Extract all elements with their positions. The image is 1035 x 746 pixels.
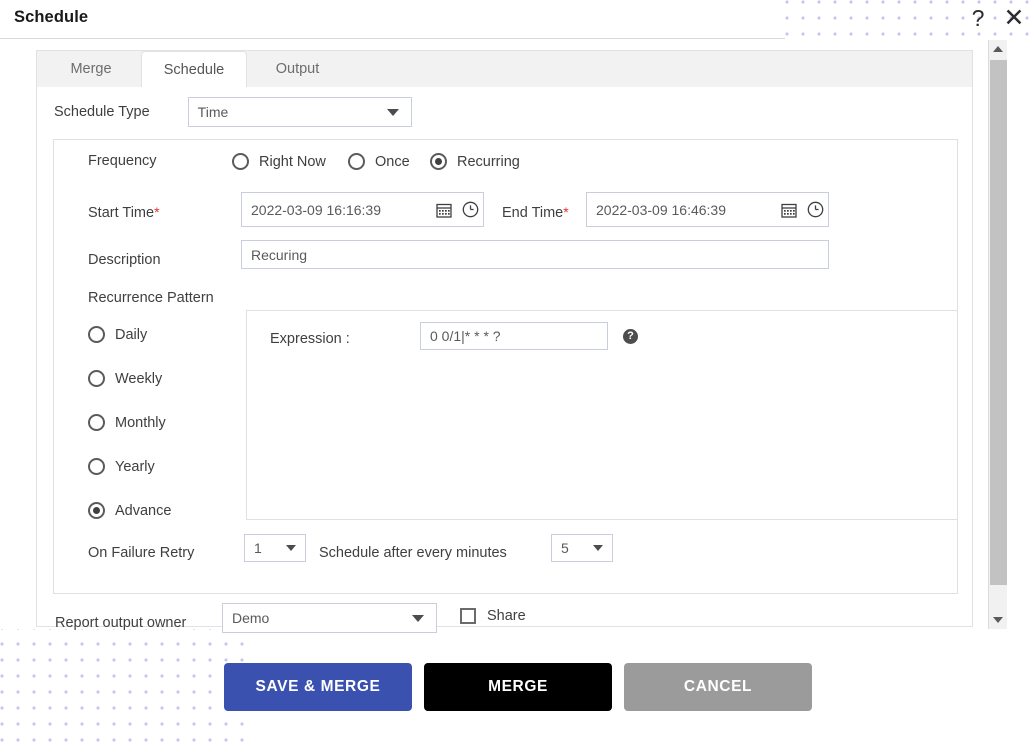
- radio-icon[interactable]: [88, 326, 105, 343]
- vertical-scrollbar[interactable]: [988, 40, 1007, 629]
- on-failure-retry-value: 1: [254, 540, 262, 556]
- radio-recurrence-advance[interactable]: Advance: [88, 502, 171, 519]
- radio-label: Right Now: [259, 153, 326, 170]
- triangle-down-icon: [993, 617, 1003, 623]
- footer-button-bar: SAVE & MERGE MERGE CANCEL: [0, 663, 1035, 715]
- save-and-merge-button[interactable]: SAVE & MERGE: [224, 663, 412, 711]
- on-failure-retry-label: On Failure Retry: [88, 545, 195, 561]
- chevron-down-icon: [593, 545, 603, 551]
- end-time-input[interactable]: 2022-03-09 16:46:39: [586, 192, 829, 227]
- clock-icon[interactable]: [457, 201, 483, 218]
- tab-output[interactable]: Output: [250, 51, 345, 88]
- radio-icon[interactable]: [348, 153, 365, 170]
- question-circle-icon[interactable]: ?: [623, 329, 638, 344]
- tab-merge[interactable]: Merge: [41, 51, 141, 88]
- chevron-down-icon: [386, 108, 399, 116]
- calendar-icon[interactable]: [776, 202, 802, 218]
- expression-input[interactable]: 0 0/1|* * * ?: [420, 322, 608, 350]
- radio-icon[interactable]: [88, 458, 105, 475]
- schedule-after-every-minutes-select[interactable]: 5: [551, 534, 613, 562]
- expression-value: 0 0/1|* * * ?: [430, 328, 501, 344]
- scrollbar-down-button[interactable]: [989, 611, 1007, 629]
- dialog-header: Schedule ? ✕: [0, 0, 1035, 38]
- help-icon[interactable]: ?: [963, 2, 993, 34]
- dialog-body: Merge Schedule Output Schedule Type Time…: [0, 39, 1005, 633]
- schedule-after-every-minutes-value: 5: [561, 540, 569, 556]
- radio-label: Daily: [115, 326, 148, 343]
- radio-label: Once: [375, 153, 410, 170]
- tab-schedule[interactable]: Schedule: [141, 51, 247, 89]
- report-output-owner-select[interactable]: Demo: [222, 603, 437, 633]
- chevron-down-icon: [412, 614, 424, 622]
- radio-recurrence-monthly[interactable]: Monthly: [88, 414, 166, 431]
- radio-recurrence-weekly[interactable]: Weekly: [88, 370, 162, 387]
- share-checkbox-row[interactable]: Share: [460, 608, 526, 624]
- scrollbar-up-button[interactable]: [989, 40, 1007, 58]
- cancel-button[interactable]: CANCEL: [624, 663, 812, 711]
- description-input[interactable]: Recuring: [241, 240, 829, 269]
- chevron-down-icon: [286, 545, 296, 551]
- start-time-input[interactable]: 2022-03-09 16:16:39: [241, 192, 484, 227]
- schedule-type-value: Time: [197, 104, 229, 120]
- radio-icon-selected[interactable]: [430, 153, 447, 170]
- radio-label: Monthly: [115, 414, 166, 431]
- schedule-type-row: Schedule Type Time: [54, 97, 412, 127]
- radio-frequency-once[interactable]: Once: [348, 153, 410, 170]
- close-icon[interactable]: ✕: [999, 2, 1029, 34]
- calendar-icon[interactable]: [431, 202, 457, 218]
- dialog-title: Schedule: [14, 8, 89, 26]
- end-time-value: 2022-03-09 16:46:39: [596, 201, 726, 218]
- description-value: Recuring: [251, 246, 308, 263]
- start-time-label: Start Time*: [88, 204, 160, 221]
- report-output-owner-label: Report output owner: [55, 615, 187, 631]
- radio-label: Yearly: [115, 458, 155, 475]
- expression-panel: Expression : 0 0/1|* * * ? ?: [246, 310, 958, 520]
- schedule-type-select[interactable]: Time: [187, 97, 412, 127]
- end-time-label: End Time*: [502, 204, 569, 221]
- radio-label: Weekly: [115, 370, 163, 387]
- radio-icon[interactable]: [88, 370, 105, 387]
- start-time-label-text: Start Time: [88, 205, 155, 221]
- schedule-after-every-minutes-label: Schedule after every minutes: [319, 545, 507, 561]
- share-label: Share: [487, 608, 526, 624]
- required-marker: *: [563, 204, 569, 220]
- header-divider: [0, 38, 785, 39]
- report-output-owner-value: Demo: [232, 610, 270, 626]
- tab-strip: Merge Schedule Output: [36, 50, 973, 89]
- radio-recurrence-daily[interactable]: Daily: [88, 326, 147, 343]
- scrollbar-thumb[interactable]: [990, 60, 1007, 585]
- triangle-up-icon: [993, 46, 1003, 52]
- share-checkbox[interactable]: [460, 608, 476, 624]
- radio-frequency-right-now[interactable]: Right Now: [232, 153, 326, 170]
- radio-label: Advance: [115, 502, 172, 519]
- clock-icon[interactable]: [802, 201, 828, 218]
- on-failure-retry-select[interactable]: 1: [244, 534, 306, 562]
- start-time-value: 2022-03-09 16:16:39: [251, 201, 381, 218]
- required-marker: *: [154, 204, 160, 220]
- radio-icon[interactable]: [88, 414, 105, 431]
- description-label: Description: [88, 252, 161, 268]
- frequency-label: Frequency: [88, 153, 157, 169]
- radio-icon[interactable]: [232, 153, 249, 170]
- end-time-label-text: End Time: [502, 205, 564, 221]
- radio-recurrence-yearly[interactable]: Yearly: [88, 458, 155, 475]
- recurrence-pattern-label: Recurrence Pattern: [88, 290, 214, 306]
- frequency-panel: Frequency Right Now Once Recurring Start…: [53, 139, 958, 594]
- schedule-type-label: Schedule Type: [54, 104, 150, 120]
- radio-icon-selected[interactable]: [88, 502, 105, 519]
- radio-label: Recurring: [457, 153, 520, 170]
- radio-frequency-recurring[interactable]: Recurring: [430, 153, 520, 170]
- schedule-tab-panel: Schedule Type Time Frequency Right Now O…: [36, 87, 973, 633]
- merge-button[interactable]: MERGE: [424, 663, 612, 711]
- expression-label: Expression :: [270, 331, 350, 347]
